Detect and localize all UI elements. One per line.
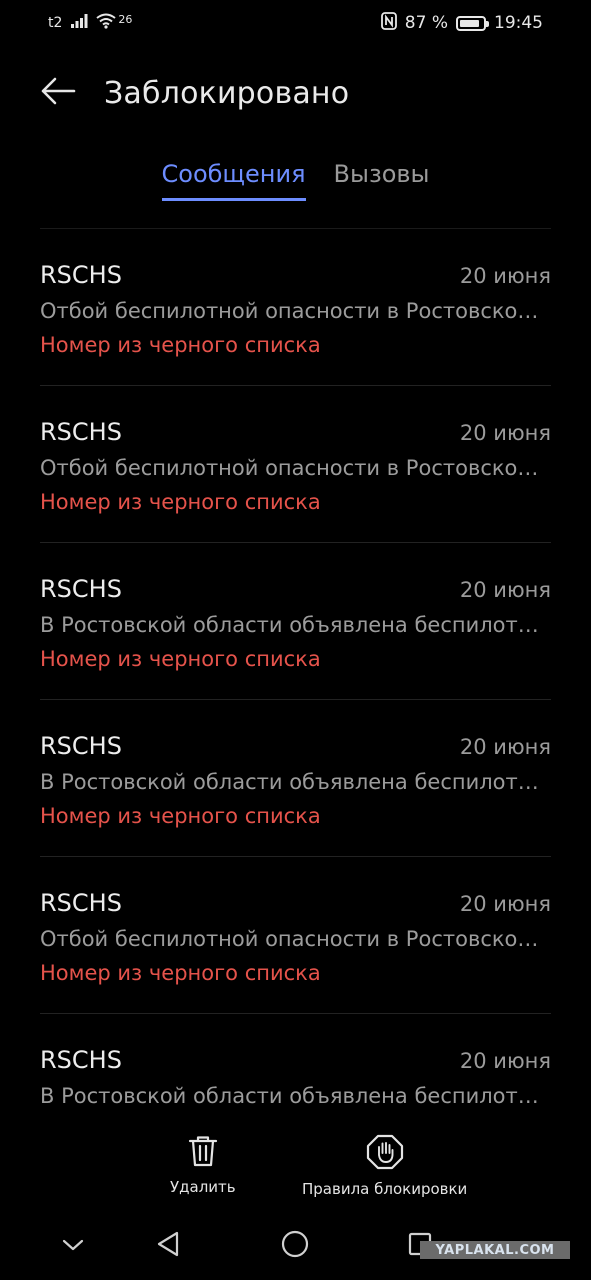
nav-collapse-button[interactable] xyxy=(55,1228,91,1264)
message-sender: RSCHS xyxy=(40,575,122,603)
nav-back-button[interactable] xyxy=(150,1228,186,1264)
tab-bar: Сообщения Вызовы xyxy=(0,160,591,201)
delete-label: Удалить xyxy=(170,1178,236,1196)
wifi-icon xyxy=(96,13,117,34)
signal-icon xyxy=(70,13,88,34)
app-header: Заблокировано xyxy=(0,62,591,124)
delete-button[interactable]: Удалить xyxy=(170,1134,236,1196)
message-header: RSCHS 20 июня xyxy=(40,732,551,760)
message-preview: В Ростовской области объявлена беспилотн… xyxy=(40,1084,551,1108)
clock: 19:45 xyxy=(494,13,543,33)
nfc-icon xyxy=(380,11,397,35)
status-bar-left: t2 26 xyxy=(48,13,132,34)
bottom-action-bar: Удалить Правила блокировки xyxy=(0,1120,591,1216)
message-header: RSCHS 20 июня xyxy=(40,418,551,446)
circle-home-icon xyxy=(280,1229,310,1263)
watermark: YAPLAKAL.COM xyxy=(420,1241,570,1259)
message-header: RSCHS 20 июня xyxy=(40,889,551,917)
message-header: RSCHS 20 июня xyxy=(40,575,551,603)
message-preview: Отбой беспилотной опасности в Ростовско… xyxy=(40,927,539,951)
blocked-status: Номер из черного списка xyxy=(40,490,321,514)
blocked-status: Номер из черного списка xyxy=(40,961,321,985)
message-date: 20 июня xyxy=(459,421,551,445)
message-date: 20 июня xyxy=(459,1049,551,1073)
message-header: RSCHS 20 июня xyxy=(40,261,551,289)
message-preview: В Ростовской области объявлена беспилотн… xyxy=(40,770,551,794)
message-date: 20 июня xyxy=(459,892,551,916)
carrier-label: t2 xyxy=(48,15,63,31)
tab-messages[interactable]: Сообщения xyxy=(161,160,306,201)
status-bar: t2 26 87 % 19:45 xyxy=(0,0,591,46)
message-sender: RSCHS xyxy=(40,1046,122,1074)
message-preview: В Ростовской области объявлена беспилотн… xyxy=(40,613,551,637)
status-bar-right: 87 % 19:45 xyxy=(380,11,543,35)
list-item[interactable]: RSCHS 20 июня Отбой беспилотной опасност… xyxy=(40,229,551,386)
block-rules-button[interactable]: Правила блокировки xyxy=(302,1134,467,1198)
message-sender: RSCHS xyxy=(40,418,122,446)
message-preview: Отбой беспилотной опасности в Ростовско… xyxy=(40,456,539,480)
battery-icon xyxy=(456,15,489,31)
list-item[interactable]: RSCHS 20 июня В Ростовской области объяв… xyxy=(40,543,551,700)
battery-level xyxy=(460,19,480,27)
message-date: 20 июня xyxy=(459,578,551,602)
triangle-back-icon xyxy=(155,1230,181,1262)
page-title: Заблокировано xyxy=(104,75,350,111)
list-item[interactable]: RSCHS 20 июня В Ростовской области объяв… xyxy=(40,700,551,857)
chevron-down-icon xyxy=(61,1237,85,1256)
message-date: 20 июня xyxy=(459,735,551,759)
list-item[interactable]: RSCHS 20 июня Отбой беспилотной опасност… xyxy=(40,857,551,1014)
blocked-status: Номер из черного списка xyxy=(40,804,321,828)
message-sender: RSCHS xyxy=(40,732,122,760)
block-rules-label: Правила блокировки xyxy=(302,1180,468,1198)
blocked-status: Номер из черного списка xyxy=(40,333,321,357)
wifi-generation-label: 26 xyxy=(118,12,133,26)
message-date: 20 июня xyxy=(459,264,551,288)
list-item[interactable]: RSCHS 20 июня Отбой беспилотной опасност… xyxy=(40,386,551,543)
message-header: RSCHS 20 июня xyxy=(40,1046,551,1074)
message-sender: RSCHS xyxy=(40,261,122,289)
trash-icon xyxy=(187,1134,219,1172)
blocked-message-list: RSCHS 20 июня Отбой беспилотной опасност… xyxy=(40,229,551,1171)
hand-stop-icon xyxy=(366,1134,404,1174)
arrow-left-icon xyxy=(40,76,76,110)
message-sender: RSCHS xyxy=(40,889,122,917)
battery-percent: 87 % xyxy=(404,13,448,33)
blocked-status: Номер из черного списка xyxy=(40,647,321,671)
nav-home-button[interactable] xyxy=(277,1228,313,1264)
tab-calls[interactable]: Вызовы xyxy=(334,160,430,201)
back-button[interactable] xyxy=(38,73,78,113)
message-preview: Отбой беспилотной опасности в Ростовско… xyxy=(40,299,539,323)
